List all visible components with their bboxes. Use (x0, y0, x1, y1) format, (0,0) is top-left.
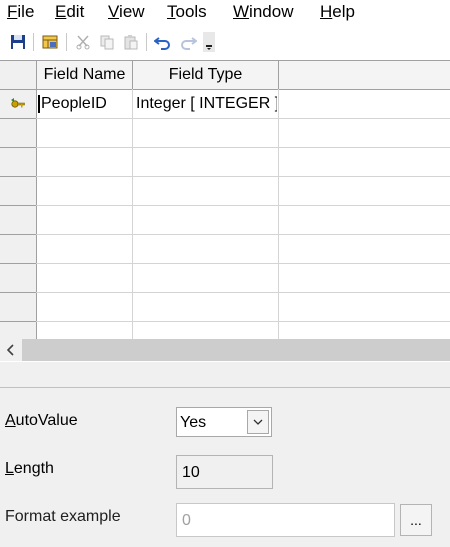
grid-column-line (132, 89, 133, 340)
autovalue-select[interactable]: Yes (176, 407, 272, 437)
field-properties-panel: AutoValue Yes Length 10 Format example 0… (0, 362, 450, 547)
grid-row-line (36, 321, 450, 322)
row-header-7[interactable] (0, 264, 37, 293)
format-button[interactable]: ... (400, 504, 432, 536)
format-example-value: 0 (182, 512, 191, 529)
row-header-3[interactable] (0, 148, 37, 177)
row-header-1[interactable] (0, 90, 37, 119)
field-name-cell[interactable]: PeopleID (38, 95, 134, 113)
grid-row-line (36, 118, 450, 119)
row-header-8[interactable] (0, 293, 37, 322)
menu-help[interactable]: Help (320, 2, 355, 22)
primary-key-icon (11, 95, 25, 114)
menu-edit[interactable]: Edit (55, 2, 84, 22)
row-header-4[interactable] (0, 177, 37, 206)
column-header-field-name[interactable]: Field Name (37, 61, 133, 89)
field-type-cell[interactable]: Integer [ INTEGER ] (136, 95, 277, 113)
toolbar-separator (146, 33, 147, 51)
row-header-2[interactable] (0, 119, 37, 148)
table-properties-icon[interactable] (40, 32, 60, 52)
row-header-5[interactable] (0, 206, 37, 235)
grid-row-line (36, 147, 450, 148)
menu-bar: File Edit View Tools Window Help (0, 0, 450, 26)
cut-icon[interactable] (73, 32, 93, 52)
grid-header-row: Field Name Field Type (0, 61, 450, 90)
field-design-grid: Field Name Field Type PeopleID Integer [… (0, 60, 450, 341)
save-icon[interactable] (8, 32, 28, 52)
grid-row-line (36, 176, 450, 177)
grid-row-line (36, 234, 450, 235)
horizontal-scrollbar[interactable] (0, 339, 450, 361)
grid-row-line (36, 205, 450, 206)
grid-row-line (36, 263, 450, 264)
menu-view[interactable]: View (108, 2, 145, 22)
length-field[interactable]: 10 (176, 455, 273, 489)
toolbar-separator (66, 33, 67, 51)
grid-column-line (278, 89, 279, 340)
length-label: Length (5, 460, 54, 477)
panel-divider (0, 387, 450, 388)
row-header-6[interactable] (0, 235, 37, 264)
menu-tools[interactable]: Tools (167, 2, 207, 22)
copy-icon[interactable] (97, 32, 117, 52)
scrollbar-thumb[interactable] (22, 339, 450, 361)
menu-file[interactable]: File (7, 2, 34, 22)
more-options-icon[interactable] (203, 32, 215, 52)
scroll-left-icon[interactable] (3, 343, 19, 357)
toolbar-separator (33, 33, 34, 51)
undo-icon[interactable] (153, 32, 173, 52)
toolbar (0, 28, 450, 56)
column-header-field-type[interactable]: Field Type (133, 61, 279, 89)
menu-window[interactable]: Window (233, 2, 293, 22)
grid-corner-cell (0, 61, 37, 89)
length-value: 10 (182, 464, 200, 481)
autovalue-label: AutoValue (5, 412, 78, 429)
format-example-field: 0 (176, 503, 395, 537)
grid-row-line (36, 292, 450, 293)
paste-icon[interactable] (121, 32, 141, 52)
redo-icon[interactable] (178, 32, 198, 52)
autovalue-value: Yes (180, 414, 207, 431)
format-example-label: Format example (5, 508, 121, 525)
chevron-down-icon[interactable] (247, 410, 269, 434)
